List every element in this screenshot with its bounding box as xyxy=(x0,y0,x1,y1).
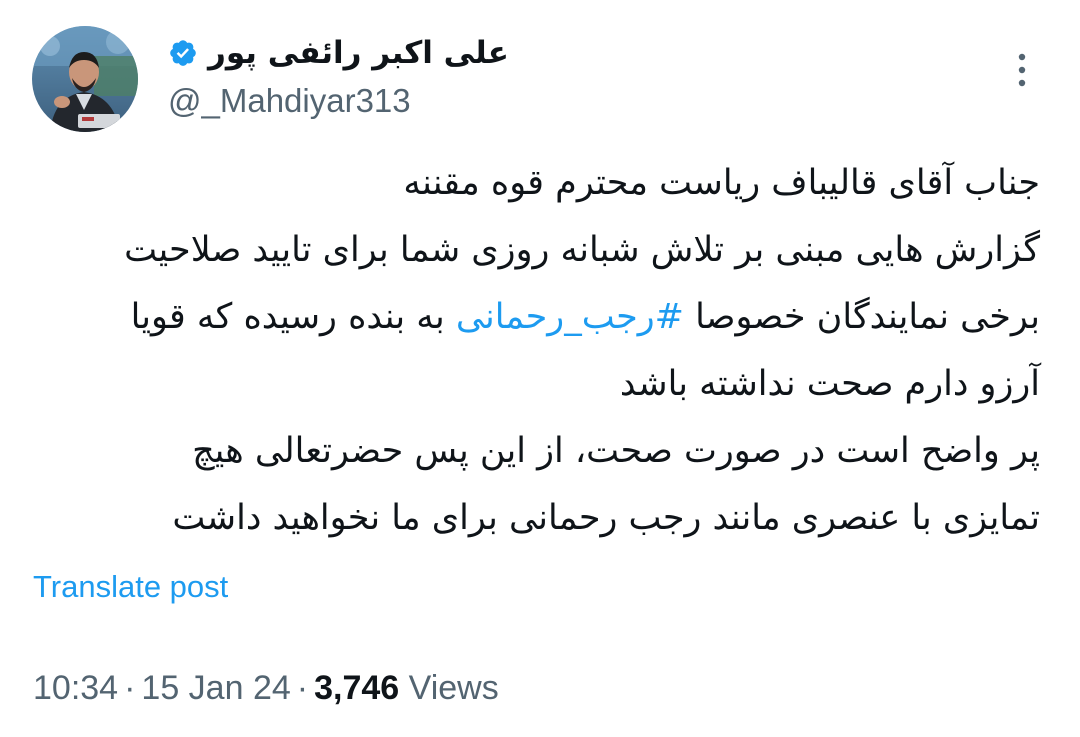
name-row: علی اکبر رائفی پور xyxy=(168,30,968,76)
tweet-meta: 10:34 · 15 Jan 24 · 3,746 Views xyxy=(33,665,499,711)
verified-badge-icon xyxy=(170,40,196,66)
views-count[interactable]: 3,746 xyxy=(314,669,399,707)
tweet-line-text: جناب آقای قالیباف ریاست محترم قوه مقننه xyxy=(403,163,1040,203)
tweet: علی اکبر رائفی پور @_Mahdiyar313 جناب آق… xyxy=(0,0,1080,737)
tweet-line: آرزو دارم صحت نداشته باشد xyxy=(30,351,1040,418)
tweet-line-text: تمایزی با عنصری مانند رجب رحمانی برای ما… xyxy=(172,498,1040,538)
meta-separator: · xyxy=(296,669,309,707)
meta-separator: · xyxy=(124,669,136,707)
tweet-line-text: به بنده رسیده که قویا xyxy=(130,297,456,337)
tweet-line: پر واضح است در صورت صحت، از این پس حضرتع… xyxy=(30,418,1040,485)
more-options-button[interactable] xyxy=(1008,48,1036,92)
display-name[interactable]: علی اکبر رائفی پور xyxy=(208,35,509,71)
tweet-time[interactable]: 10:34 xyxy=(33,669,118,707)
tweet-line-text: پر واضح است در صورت صحت، از این پس حضرتع… xyxy=(192,431,1040,471)
tweet-line-text: گزارش هایی مبنی بر تلاش شبانه روزی شما ب… xyxy=(124,230,1040,270)
author-block: علی اکبر رائفی پور @_Mahdiyar313 xyxy=(168,30,968,122)
tweet-line-text: برخی نمایندگان خصوصا xyxy=(683,297,1040,337)
tweet-text: جناب آقای قالیباف ریاست محترم قوه مقننه … xyxy=(30,150,1040,552)
tweet-line: گزارش هایی مبنی بر تلاش شبانه روزی شما ب… xyxy=(30,217,1040,284)
tweet-date[interactable]: 15 Jan 24 xyxy=(141,669,290,707)
views-label: Views xyxy=(408,669,499,707)
tweet-line-text: آرزو دارم صحت نداشته باشد xyxy=(619,364,1040,404)
avatar-photo xyxy=(32,26,138,132)
user-handle[interactable]: @_Mahdiyar313 xyxy=(168,80,968,122)
avatar[interactable] xyxy=(32,26,138,132)
tweet-line: جناب آقای قالیباف ریاست محترم قوه مقننه xyxy=(30,150,1040,217)
translate-post-link[interactable]: Translate post xyxy=(33,567,228,607)
tweet-line: تمایزی با عنصری مانند رجب رحمانی برای ما… xyxy=(30,485,1040,552)
more-vertical-icon xyxy=(1018,53,1026,87)
hashtag-link[interactable]: #رجب_رحمانی xyxy=(456,297,684,337)
tweet-line: برخی نمایندگان خصوصا #رجب_رحمانی به بنده… xyxy=(30,284,1040,351)
